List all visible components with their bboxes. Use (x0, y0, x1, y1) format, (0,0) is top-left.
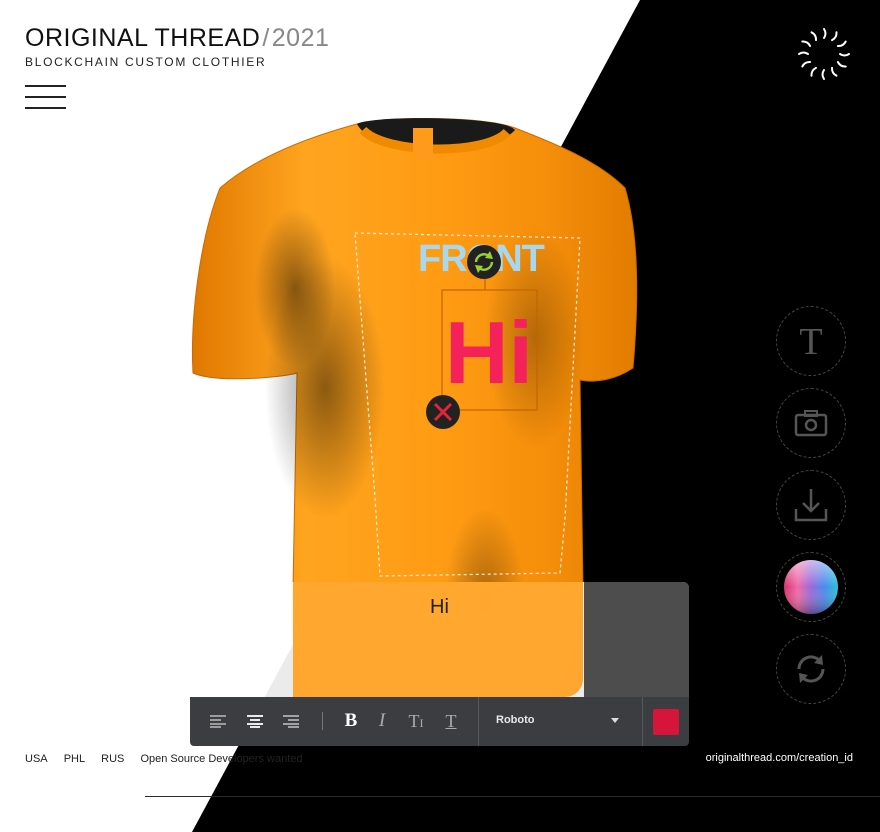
download-button[interactable] (776, 470, 846, 540)
bold-button[interactable]: B (339, 709, 363, 733)
color-palette-button[interactable] (776, 552, 846, 622)
add-photo-button[interactable] (776, 388, 846, 458)
font-family-value: Roboto (496, 714, 535, 726)
rotate-view-button[interactable] (776, 634, 846, 704)
text-toolbar: B I TI T Roboto (190, 697, 689, 746)
camera-icon (794, 410, 828, 437)
footer-link-developers[interactable]: Open Source Developers wanted (140, 753, 302, 765)
text-strike-icon: T (445, 710, 457, 731)
brand-header: ORIGINAL THREAD/2021 BLOCKCHAIN CUSTOM C… (25, 24, 329, 69)
refresh-icon (797, 655, 825, 683)
hamburger-menu-icon[interactable] (25, 85, 66, 109)
text-color-swatch[interactable] (653, 709, 679, 735)
brand-year: 2021 (271, 24, 330, 52)
text-strike-button[interactable]: T (439, 709, 463, 733)
footer-link-rus[interactable]: RUS (101, 753, 124, 765)
custom-text-hi: Hi (445, 303, 533, 402)
toolbar-divider (478, 697, 479, 746)
align-center-button[interactable] (243, 709, 267, 733)
italic-button[interactable]: I (370, 709, 394, 733)
delete-handle-icon[interactable] (426, 395, 460, 429)
text-height-icon: TI (408, 710, 424, 731)
brand-slash: / (262, 24, 270, 52)
footer-links: USA PHL RUS Open Source Developers wante… (25, 753, 316, 765)
chevron-down-icon (611, 718, 619, 723)
add-text-button[interactable]: T (776, 306, 846, 376)
align-right-button[interactable] (279, 709, 303, 733)
toolbar-divider-2 (642, 697, 643, 746)
brand-subtitle: BLOCKCHAIN CUSTOM CLOTHIER (25, 55, 267, 69)
footer-divider (145, 796, 880, 797)
align-left-icon (210, 715, 226, 728)
color-wheel-icon (784, 560, 838, 614)
bold-icon: B (344, 710, 358, 731)
text-height-button[interactable]: TI (404, 709, 428, 733)
text-T-icon: T (799, 321, 822, 361)
footer-link-usa[interactable]: USA (25, 753, 48, 765)
font-family-select[interactable]: Roboto (486, 697, 642, 746)
align-left-button[interactable] (206, 709, 230, 733)
brand-title: ORIGINAL THREAD (25, 24, 261, 52)
align-right-icon (283, 715, 299, 728)
italic-icon: I (378, 710, 386, 731)
align-center-icon (247, 715, 263, 728)
logo-icon[interactable] (794, 26, 854, 82)
text-editor-panel: Hi B I TI T Roboto (190, 582, 689, 746)
svg-text:T: T (799, 321, 822, 361)
footer-link-phl[interactable]: PHL (64, 753, 85, 765)
text-input-value[interactable]: Hi (190, 596, 689, 619)
creation-url[interactable]: originalthread.com/creation_id (706, 752, 853, 764)
rotate-handle-icon[interactable] (467, 245, 501, 279)
brand-title-line: ORIGINAL THREAD/2021 (25, 24, 329, 53)
download-icon (794, 489, 828, 522)
toolbar-separator (322, 712, 323, 730)
